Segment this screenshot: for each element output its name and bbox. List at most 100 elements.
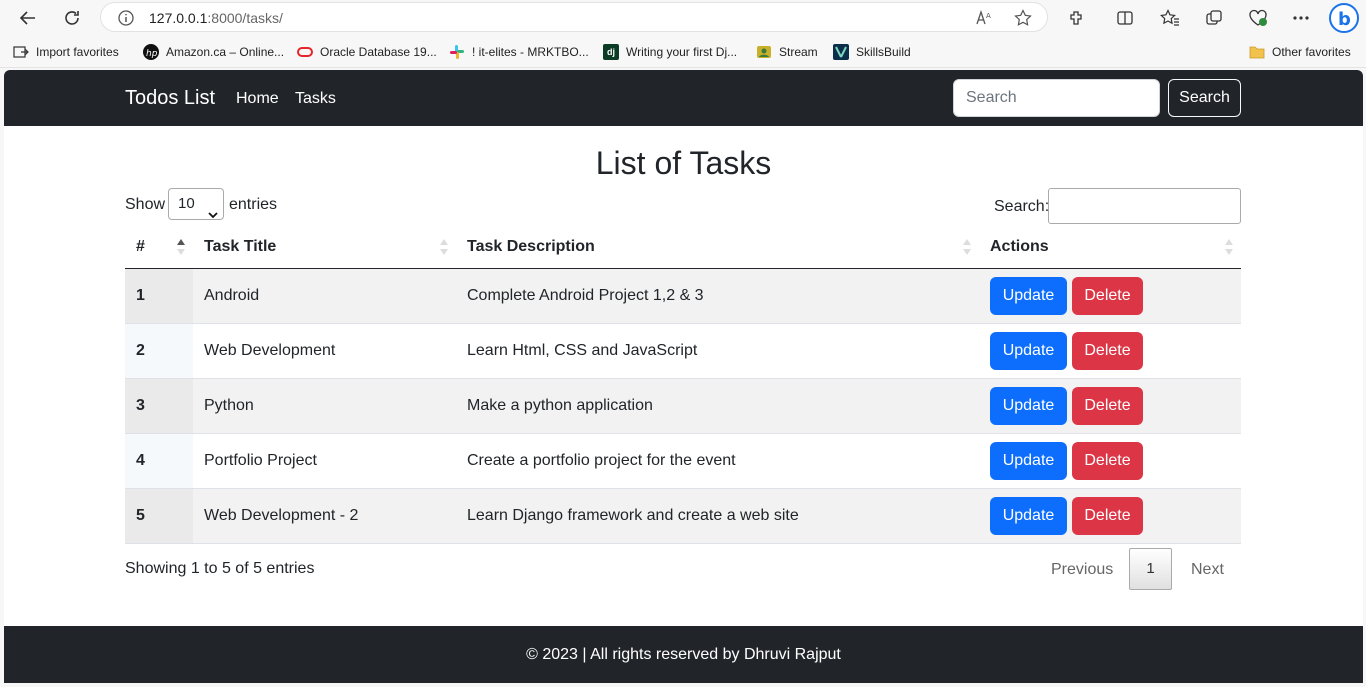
pagination-page-current[interactable]: 1 [1129, 548, 1172, 590]
refresh-icon[interactable] [60, 6, 84, 30]
table-row: 5 Web Development - 2 Learn Django frame… [125, 488, 1241, 544]
bing-copilot-icon[interactable]: b [1329, 3, 1359, 33]
collections-icon[interactable] [1202, 6, 1226, 30]
row-number: 4 [125, 433, 193, 489]
folder-icon [1249, 44, 1265, 60]
navbar-search-input[interactable]: Search [953, 79, 1160, 117]
pagination-previous[interactable]: Previous [1051, 561, 1113, 579]
column-header-number[interactable]: # [125, 226, 193, 269]
oracle-icon [297, 44, 313, 60]
navbar: Todos List Home Tasks Search Search [4, 70, 1363, 126]
row-number: 2 [125, 323, 193, 379]
page-length-select[interactable]: 10 [168, 188, 224, 220]
task-title: Web Development - 2 [193, 488, 456, 544]
hp-icon: hp [143, 44, 159, 60]
favorites-icon[interactable] [1158, 6, 1182, 30]
entries-label: entries [229, 196, 278, 213]
slack-icon [449, 44, 465, 60]
chevron-down-icon [208, 200, 218, 219]
bookmark-other-favorites[interactable]: Other favorites [1249, 44, 1351, 60]
bookmark-skillsbuild[interactable]: SkillsBuild [833, 44, 911, 60]
table-info: Showing 1 to 5 of 5 entries [125, 560, 315, 577]
task-title: Python [193, 378, 456, 434]
page-viewport: Todos List Home Tasks Search Search List… [4, 70, 1363, 683]
task-title: Web Development [193, 323, 456, 379]
column-header-task-title[interactable]: Task Title [193, 226, 456, 269]
show-label: Show [125, 196, 166, 213]
task-title: Portfolio Project [193, 433, 456, 489]
row-number: 3 [125, 378, 193, 434]
table-header-row: # Task Title Task Description Actions [125, 226, 1241, 269]
table-row: 3 Python Make a python application Updat… [125, 378, 1241, 434]
svg-text:hp: hp [146, 49, 158, 59]
update-button[interactable]: Update [990, 276, 1067, 315]
table-row: 2 Web Development Learn Html, CSS and Ja… [125, 323, 1241, 379]
table-row: 4 Portfolio Project Create a portfolio p… [125, 433, 1241, 489]
row-actions: Update Delete [979, 488, 1241, 544]
bookmark-stream[interactable]: Stream [756, 44, 818, 60]
row-actions: Update Delete [979, 378, 1241, 434]
page-length-value: 10 [178, 195, 195, 212]
extensions-icon[interactable] [1065, 6, 1089, 30]
info-icon[interactable] [117, 9, 135, 27]
sort-icon [440, 238, 448, 256]
task-description: Create a portfolio project for the event [456, 433, 979, 489]
delete-button[interactable]: Delete [1072, 441, 1143, 480]
column-header-actions[interactable]: Actions [979, 226, 1241, 269]
back-icon[interactable] [16, 6, 40, 30]
navbar-search-button[interactable]: Search [1168, 79, 1241, 117]
update-button[interactable]: Update [990, 441, 1067, 480]
navbar-brand[interactable]: Todos List [125, 87, 215, 110]
sort-icon [963, 238, 971, 256]
footer: © 2023 | All rights reserved by Dhruvi R… [4, 626, 1363, 683]
column-header-task-description[interactable]: Task Description [456, 226, 979, 269]
delete-button[interactable]: Delete [1072, 276, 1143, 315]
svg-text:A: A [986, 12, 991, 20]
task-title: Android [193, 268, 456, 324]
task-description: Complete Android Project 1,2 & 3 [456, 268, 979, 324]
row-actions: Update Delete [979, 323, 1241, 379]
bookmark-django[interactable]: dj Writing your first Dj... [603, 44, 737, 60]
delete-button[interactable]: Delete [1072, 331, 1143, 370]
table-row: 1 Android Complete Android Project 1,2 &… [125, 268, 1241, 324]
favorite-star-icon[interactable] [1013, 8, 1033, 28]
split-screen-icon[interactable] [1113, 6, 1137, 30]
more-options-icon[interactable] [1289, 6, 1313, 30]
update-button[interactable]: Update [990, 331, 1067, 370]
sort-icon [1225, 238, 1233, 256]
url-text: 127.0.0.1:8000/tasks/ [149, 10, 283, 26]
bookmark-slack[interactable]: ! it-elites - MRKTBO... [449, 44, 589, 60]
import-icon [13, 44, 29, 60]
delete-button[interactable]: Delete [1072, 386, 1143, 425]
delete-button[interactable]: Delete [1072, 496, 1143, 535]
browser-toolbar: 127.0.0.1:8000/tasks/ A b [0, 0, 1366, 36]
update-button[interactable]: Update [990, 386, 1067, 425]
table-search-label: Search: [994, 198, 1050, 215]
task-description: Learn Html, CSS and JavaScript [456, 323, 979, 379]
nav-link-tasks[interactable]: Tasks [295, 90, 336, 108]
read-aloud-icon[interactable]: A [975, 8, 995, 28]
address-bar[interactable]: 127.0.0.1:8000/tasks/ A [100, 2, 1048, 32]
task-description: Make a python application [456, 378, 979, 434]
performance-icon[interactable] [1246, 6, 1270, 30]
update-button[interactable]: Update [990, 496, 1067, 535]
bookmark-oracle[interactable]: Oracle Database 19... [297, 44, 437, 60]
row-number: 1 [125, 268, 193, 324]
row-actions: Update Delete [979, 268, 1241, 324]
row-actions: Update Delete [979, 433, 1241, 489]
skillsbuild-icon [833, 44, 849, 60]
sort-ascending-icon [177, 238, 185, 256]
pagination-next[interactable]: Next [1191, 561, 1224, 579]
footer-text: © 2023 | All rights reserved by Dhruvi R… [526, 646, 841, 663]
tasks-table: # Task Title Task Description Actions 1 … [125, 226, 1241, 544]
nav-link-home[interactable]: Home [236, 90, 279, 108]
bookmark-import-favorites[interactable]: Import favorites [13, 44, 119, 60]
row-number: 5 [125, 488, 193, 544]
svg-text:b: b [1338, 9, 1351, 30]
task-description: Learn Django framework and create a web … [456, 488, 979, 544]
stream-icon [756, 44, 772, 60]
page-title: List of Tasks [595, 145, 772, 181]
favorites-bar: Import favorites hp Amazon.ca – Online..… [0, 36, 1366, 68]
table-search-input[interactable] [1048, 188, 1241, 224]
bookmark-amazon[interactable]: hp Amazon.ca – Online... [143, 44, 284, 60]
